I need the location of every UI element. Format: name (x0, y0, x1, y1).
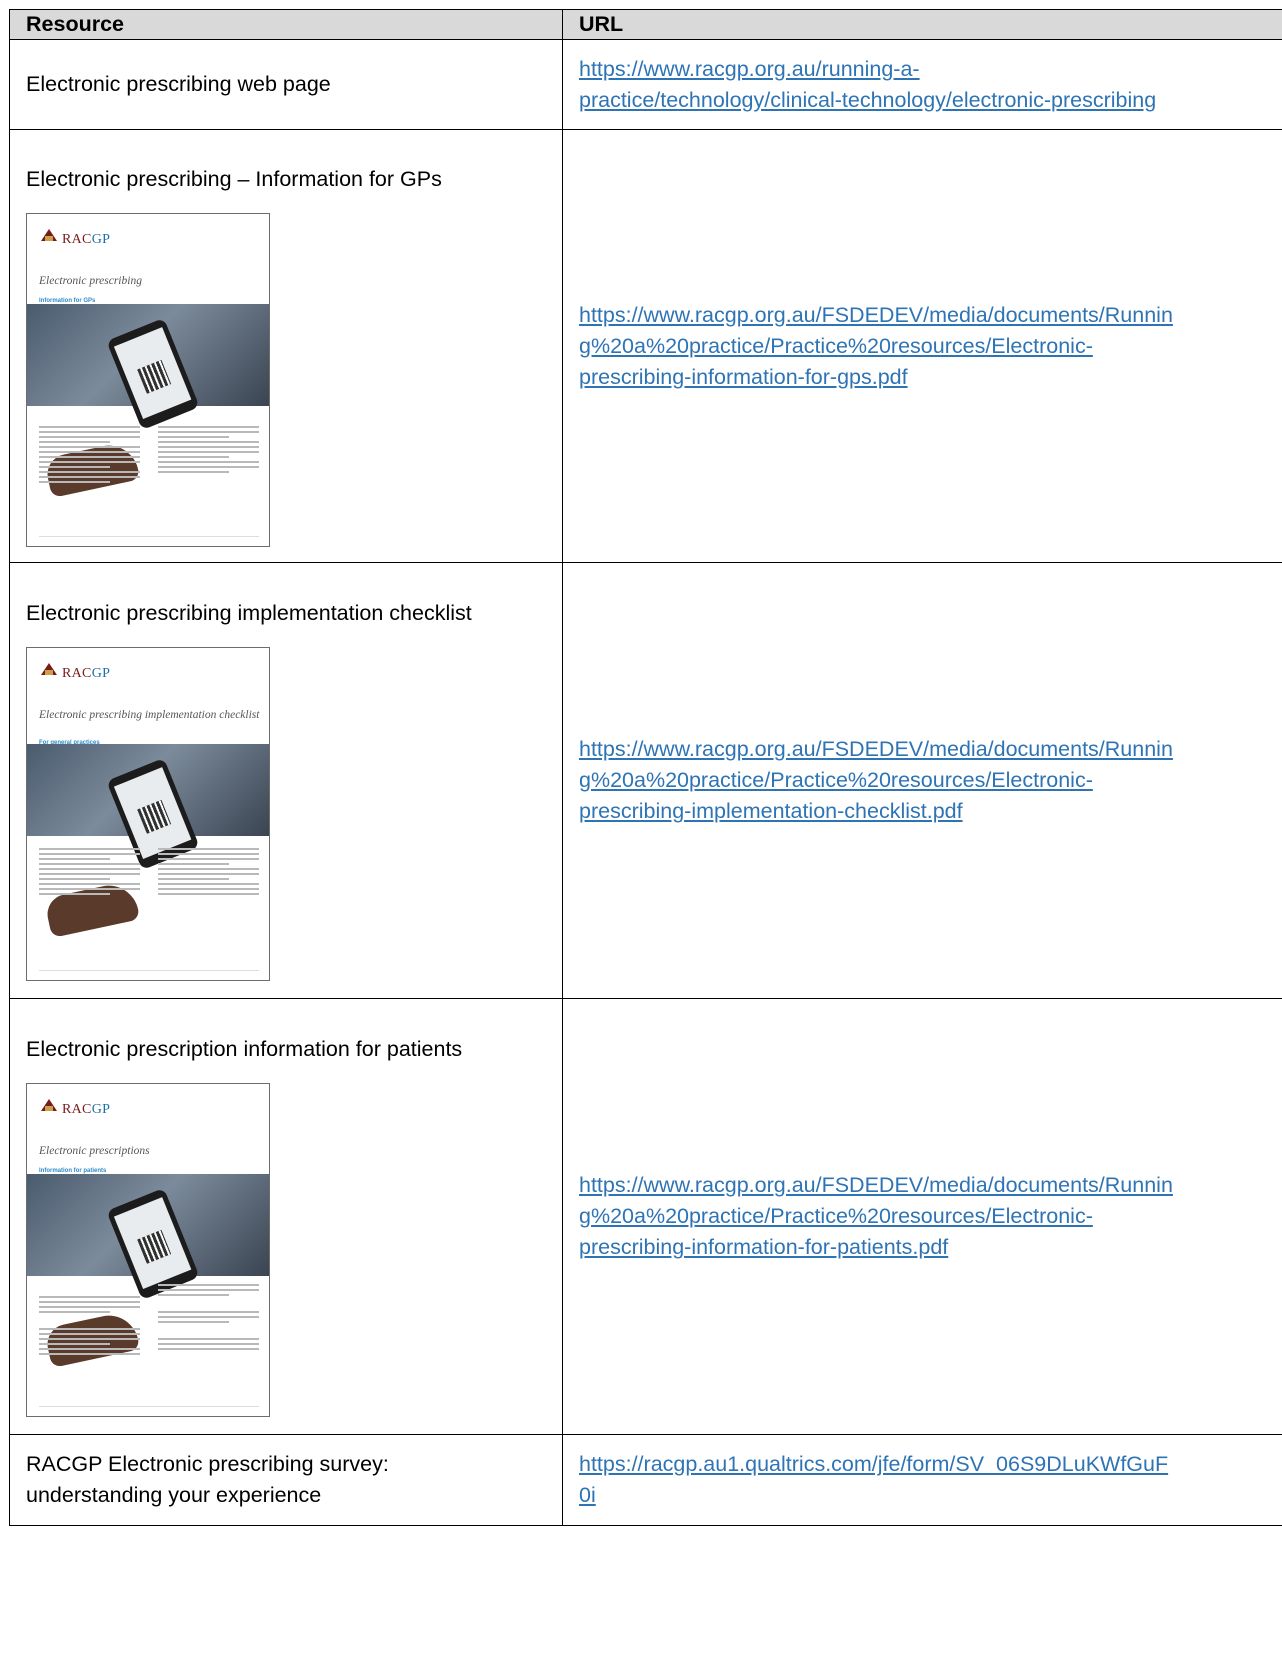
resource-link[interactable]: https://www.racgp.org.au/FSDEDEV/media/d… (579, 734, 1282, 827)
url-cell: https://www.racgp.org.au/running-a- prac… (562, 39, 1282, 130)
racgp-logo-icon (41, 663, 57, 675)
column-header-url: URL (562, 9, 1282, 40)
resource-name: RACGP Electronic prescribing survey: und… (26, 1452, 389, 1507)
racgp-logo-icon (41, 1099, 57, 1111)
resources-table: Resource URL Electronic prescribing web … (9, 9, 1282, 1526)
resource-name: Electronic prescribing web page (26, 72, 331, 96)
phone-photo (27, 1174, 269, 1368)
resource-link[interactable]: https://www.racgp.org.au/running-a- prac… (579, 54, 1282, 116)
document-thumbnail: RACGP Electronic prescribing implementat… (26, 647, 270, 981)
table-header-row: Resource URL (9, 9, 1282, 40)
resource-cell: Electronic prescribing implementation ch… (9, 562, 563, 999)
table-row: RACGP Electronic prescribing survey: und… (9, 1434, 1282, 1526)
phone-photo (27, 744, 269, 938)
thumbnail-body (39, 1284, 259, 1400)
resource-name: Electronic prescription information for … (26, 1037, 463, 1061)
brand-logotype: RACGP (62, 1102, 111, 1117)
resource-link[interactable]: https://racgp.au1.qualtrics.com/jfe/form… (579, 1449, 1282, 1511)
qr-code-icon (137, 359, 172, 394)
table-row: Electronic prescribing web page https://… (9, 39, 1282, 130)
resource-link[interactable]: https://www.racgp.org.au/FSDEDEV/media/d… (579, 1170, 1282, 1263)
brand-logotype: RACGP (62, 666, 111, 681)
document-thumbnail: RACGP Electronic prescriptions Informati… (26, 1083, 270, 1417)
table-row: Electronic prescription information for … (9, 998, 1282, 1435)
resource-name: Electronic prescribing – Information for… (26, 166, 442, 191)
document-thumbnail: RACGP Electronic prescribing Information… (26, 212, 270, 547)
table-row: Electronic prescribing – Information for… (9, 129, 1282, 563)
url-cell: https://www.racgp.org.au/FSDEDEV/media/d… (562, 129, 1282, 563)
qr-code-icon (137, 799, 172, 834)
brand-logotype: RACGP (62, 231, 111, 247)
resource-cell: Electronic prescription information for … (9, 998, 563, 1435)
thumbnail-body (39, 848, 259, 964)
resource-cell: Electronic prescribing – Information for… (9, 129, 563, 563)
url-cell: https://racgp.au1.qualtrics.com/jfe/form… (562, 1434, 1282, 1526)
resource-cell: Electronic prescribing web page (9, 39, 563, 130)
resource-link[interactable]: https://www.racgp.org.au/FSDEDEV/media/d… (579, 300, 1282, 393)
resource-cell: RACGP Electronic prescribing survey: und… (9, 1434, 563, 1526)
racgp-logo-icon (41, 228, 57, 241)
qr-code-icon (137, 1229, 172, 1264)
column-header-resource: Resource (9, 9, 563, 40)
url-cell: https://www.racgp.org.au/FSDEDEV/media/d… (562, 998, 1282, 1435)
resource-name: Electronic prescribing implementation ch… (26, 601, 472, 625)
url-cell: https://www.racgp.org.au/FSDEDEV/media/d… (562, 562, 1282, 999)
thumbnail-body (39, 414, 259, 530)
phone-photo (27, 303, 269, 498)
table-row: Electronic prescribing implementation ch… (9, 562, 1282, 999)
thumbnail-title: Electronic prescribing implementation ch… (39, 709, 260, 721)
